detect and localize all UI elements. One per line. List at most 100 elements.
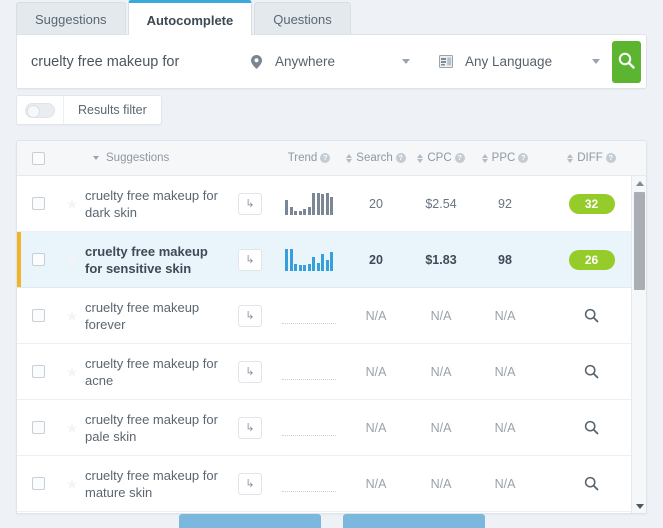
search-panel: Anywhere Any Language bbox=[16, 34, 647, 89]
footer-button-left[interactable] bbox=[178, 514, 321, 528]
table-row[interactable]: ★ cruelty free makeup for acne ↳ N/A N/A N/A bbox=[17, 344, 646, 400]
check-difficulty-search-icon[interactable] bbox=[584, 476, 599, 491]
return-arrow-icon[interactable]: ↳ bbox=[238, 304, 262, 327]
header-diff[interactable]: DIFF ? bbox=[537, 152, 646, 164]
tab-autocomplete[interactable]: Autocomplete bbox=[127, 0, 253, 35]
star-icon[interactable]: ★ bbox=[66, 253, 79, 267]
return-arrow-icon[interactable]: ↳ bbox=[238, 192, 262, 215]
return-arrow-icon[interactable]: ↳ bbox=[238, 248, 262, 271]
trend-placeholder bbox=[282, 323, 336, 324]
difficulty-badge: 26 bbox=[568, 249, 615, 270]
tab-questions[interactable]: Questions bbox=[254, 2, 351, 35]
cpc-value-cell: N/A bbox=[409, 309, 473, 323]
header-trend[interactable]: Trend ? bbox=[275, 152, 343, 164]
search-value: 20 bbox=[369, 196, 383, 211]
row-checkbox[interactable] bbox=[31, 197, 45, 210]
header-ppc[interactable]: PPC ? bbox=[473, 152, 537, 164]
return-cell: ↳ bbox=[225, 304, 275, 327]
star-icon[interactable]: ★ bbox=[66, 477, 79, 491]
diff-cell bbox=[537, 420, 646, 435]
help-icon[interactable]: ? bbox=[454, 153, 465, 163]
row-select-cell bbox=[17, 253, 59, 266]
ppc-value: 98 bbox=[498, 252, 512, 267]
cpc-value-cell: N/A bbox=[409, 365, 473, 379]
location-pin-icon bbox=[246, 54, 266, 69]
star-icon[interactable]: ★ bbox=[66, 421, 79, 435]
row-select-cell bbox=[17, 477, 59, 490]
cpc-value-cell: N/A bbox=[409, 477, 473, 491]
keyword-text: cruelty free makeup for pale skin bbox=[85, 411, 218, 444]
diff-cell: 32 bbox=[537, 193, 646, 214]
check-difficulty-search-icon[interactable] bbox=[584, 420, 599, 435]
results-filter-toggle[interactable] bbox=[25, 102, 55, 118]
keyword-text: cruelty free makeup for sensitive skin bbox=[85, 243, 208, 276]
header-cpc[interactable]: CPC ? bbox=[409, 152, 473, 164]
table-scrollbar[interactable] bbox=[631, 176, 646, 513]
header-search[interactable]: Search ? bbox=[343, 152, 409, 164]
check-difficulty-search-icon[interactable] bbox=[584, 364, 599, 379]
ppc-value: N/A bbox=[494, 308, 516, 323]
favorite-cell: ★ bbox=[59, 477, 85, 491]
favorite-cell: ★ bbox=[59, 253, 85, 267]
diff-cell bbox=[537, 476, 646, 491]
return-arrow-icon[interactable]: ↳ bbox=[238, 416, 262, 439]
row-checkbox[interactable] bbox=[31, 477, 45, 490]
row-checkbox[interactable] bbox=[31, 365, 45, 378]
return-arrow-icon[interactable]: ↳ bbox=[238, 360, 262, 383]
return-cell: ↳ bbox=[225, 248, 275, 271]
trend-cell bbox=[275, 363, 343, 380]
keyword-cell: cruelty free makeup forever bbox=[85, 299, 225, 333]
search-value-cell: N/A bbox=[343, 477, 409, 491]
search-button[interactable] bbox=[612, 40, 641, 83]
ppc-value-cell: N/A bbox=[473, 365, 537, 379]
check-difficulty-search-icon[interactable] bbox=[584, 308, 599, 323]
header-diff-label: DIFF bbox=[577, 152, 603, 164]
favorite-cell: ★ bbox=[59, 365, 85, 379]
table-header-row: Suggestions Trend ? Search ? CPC ? PPC ?… bbox=[17, 141, 646, 176]
table-row[interactable]: ★ cruelty free makeup for sensitive skin ↳… bbox=[17, 232, 646, 288]
star-icon[interactable]: ★ bbox=[66, 365, 79, 379]
table-body: ★ cruelty free makeup for dark skin ↳ 20 $2.… bbox=[17, 176, 646, 513]
table-row[interactable]: ★ cruelty free makeup for pale skin ↳ N/A N/… bbox=[17, 400, 646, 456]
scrollbar-thumb[interactable] bbox=[634, 192, 645, 290]
results-table: Suggestions Trend ? Search ? CPC ? PPC ?… bbox=[16, 140, 647, 514]
return-cell: ↳ bbox=[225, 192, 275, 215]
star-icon[interactable]: ★ bbox=[66, 197, 79, 211]
scroll-down-arrow[interactable] bbox=[632, 499, 646, 513]
cpc-value: $2.54 bbox=[425, 196, 457, 211]
row-checkbox[interactable] bbox=[31, 421, 45, 434]
help-icon[interactable]: ? bbox=[605, 153, 616, 163]
table-row[interactable]: ★ cruelty free makeup for dark skin ↳ 20 $2.… bbox=[17, 176, 646, 232]
sort-icon bbox=[567, 153, 574, 164]
table-row[interactable]: ★ cruelty free makeup for mature skin ↳ N/A… bbox=[17, 456, 646, 512]
header-suggestions[interactable]: Suggestions bbox=[85, 152, 225, 164]
row-checkbox[interactable] bbox=[31, 309, 45, 322]
keyword-cell: cruelty free makeup for acne bbox=[85, 355, 225, 389]
tab-suggestions[interactable]: Suggestions bbox=[16, 2, 126, 35]
sort-icon bbox=[346, 153, 353, 164]
help-icon[interactable]: ? bbox=[320, 153, 331, 163]
footer-button-right[interactable] bbox=[342, 514, 485, 528]
footer-actions bbox=[16, 514, 647, 528]
row-checkbox[interactable] bbox=[31, 253, 45, 266]
header-trend-label: Trend bbox=[287, 152, 318, 164]
ppc-value-cell: 92 bbox=[473, 197, 537, 211]
location-value: Anywhere bbox=[275, 54, 336, 69]
results-filter-label: Results filter bbox=[78, 103, 147, 117]
location-dropdown[interactable]: Anywhere bbox=[232, 35, 422, 88]
select-all-checkbox[interactable] bbox=[31, 151, 45, 165]
keyword-cell: cruelty free makeup for dark skin bbox=[85, 187, 225, 221]
scroll-up-arrow[interactable] bbox=[632, 176, 646, 190]
keyword-cell: cruelty free makeup for mature skin bbox=[85, 467, 225, 501]
keyword-text: cruelty free makeup for dark skin bbox=[85, 187, 218, 220]
trend-cell bbox=[275, 475, 343, 492]
header-ppc-label: PPC bbox=[491, 152, 516, 164]
language-dropdown[interactable]: Any Language bbox=[422, 35, 612, 88]
return-arrow-icon[interactable]: ↳ bbox=[238, 472, 262, 495]
keyword-input[interactable] bbox=[17, 41, 232, 82]
help-icon[interactable]: ? bbox=[518, 153, 529, 163]
star-icon[interactable]: ★ bbox=[66, 309, 79, 323]
table-row[interactable]: ★ cruelty free makeup forever ↳ N/A N/A N/A bbox=[17, 288, 646, 344]
trend-placeholder bbox=[282, 435, 336, 436]
help-icon[interactable]: ? bbox=[395, 153, 406, 163]
